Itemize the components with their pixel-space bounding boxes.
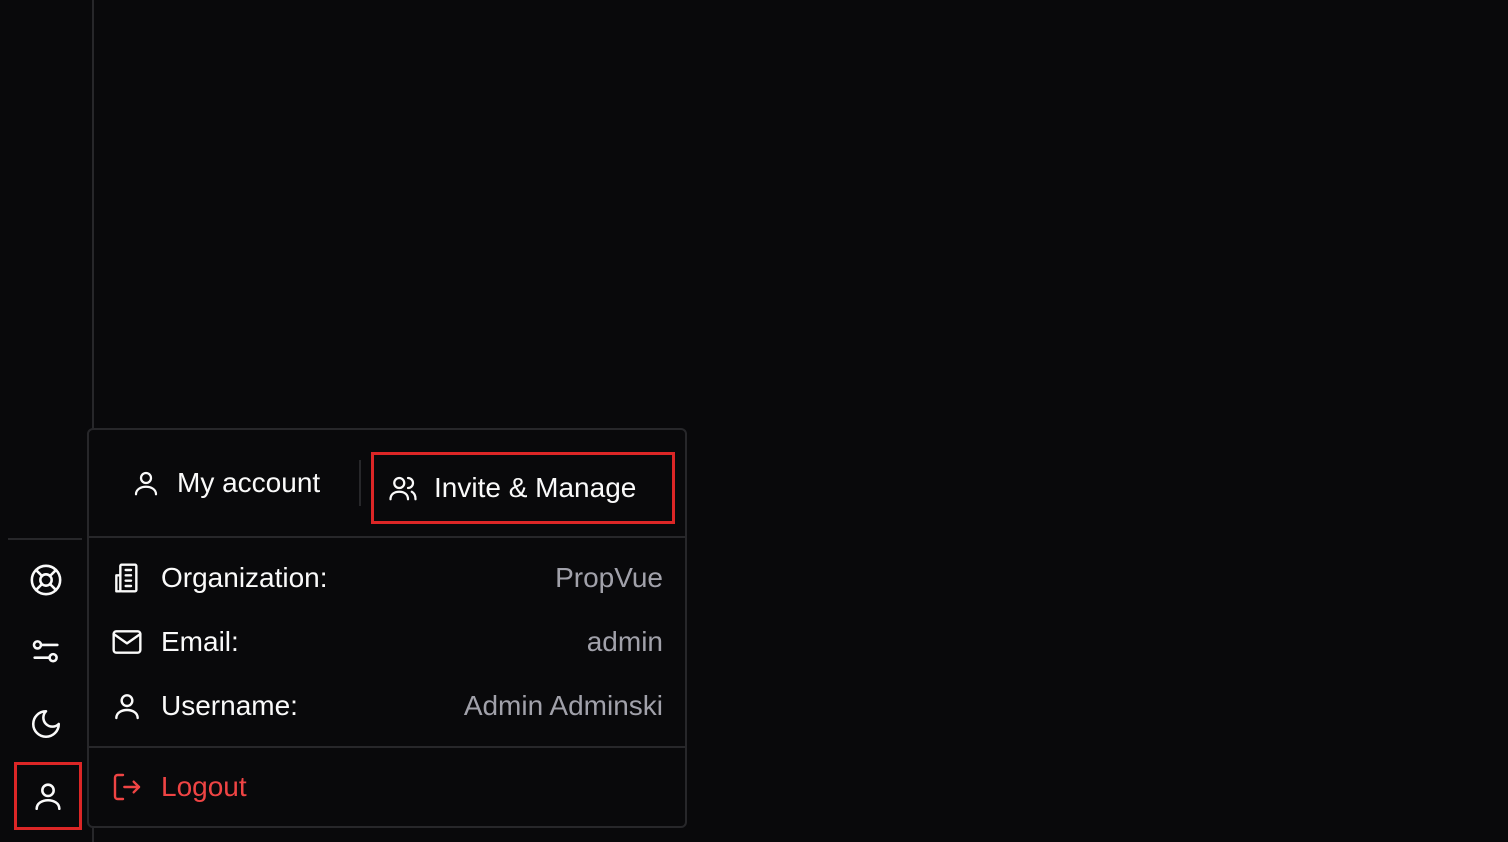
help-button[interactable] — [16, 550, 76, 610]
sidebar — [0, 0, 94, 842]
tab-separator — [359, 460, 361, 506]
app-window: My account Invite & Manage Organization:… — [0, 0, 1508, 842]
account-button[interactable] — [14, 762, 82, 830]
tab-invite-manage[interactable]: Invite & Manage — [371, 452, 675, 524]
logout-label: Logout — [161, 771, 247, 802]
logout-icon — [113, 773, 141, 801]
email-value: admin — [586, 626, 663, 657]
user-icon — [134, 471, 158, 496]
account-menu: My account Invite & Manage Organization:… — [87, 428, 687, 828]
moon-icon — [31, 709, 61, 739]
settings-button[interactable] — [16, 622, 76, 682]
users-icon — [389, 476, 417, 501]
building-icon — [115, 563, 138, 593]
username-value: Admin Adminski — [463, 690, 663, 721]
account-menu-header: My account Invite & Manage — [89, 430, 685, 538]
tab-my-account[interactable]: My account — [131, 455, 320, 511]
email-row: Email: admin — [111, 618, 663, 666]
sliders-icon — [32, 640, 59, 663]
account-info: Organization: PropVue Email: admin Usern… — [89, 538, 685, 748]
username-label: Username: — [161, 690, 298, 721]
mail-icon — [112, 630, 142, 654]
user-icon — [35, 783, 61, 811]
logout-button[interactable]: Logout — [111, 762, 247, 812]
username-row: Username: Admin Adminski — [111, 682, 663, 730]
organization-label: Organization: — [161, 562, 328, 593]
theme-toggle-button[interactable] — [16, 694, 76, 754]
tab-invite-manage-label: Invite & Manage — [434, 472, 637, 503]
sidebar-divider — [8, 538, 82, 540]
tab-my-account-label: My account — [177, 467, 321, 498]
organization-value: PropVue — [555, 562, 663, 593]
life-buoy-icon — [30, 564, 62, 596]
user-icon — [115, 694, 139, 720]
email-label: Email: — [161, 626, 239, 657]
organization-row: Organization: PropVue — [111, 554, 663, 602]
